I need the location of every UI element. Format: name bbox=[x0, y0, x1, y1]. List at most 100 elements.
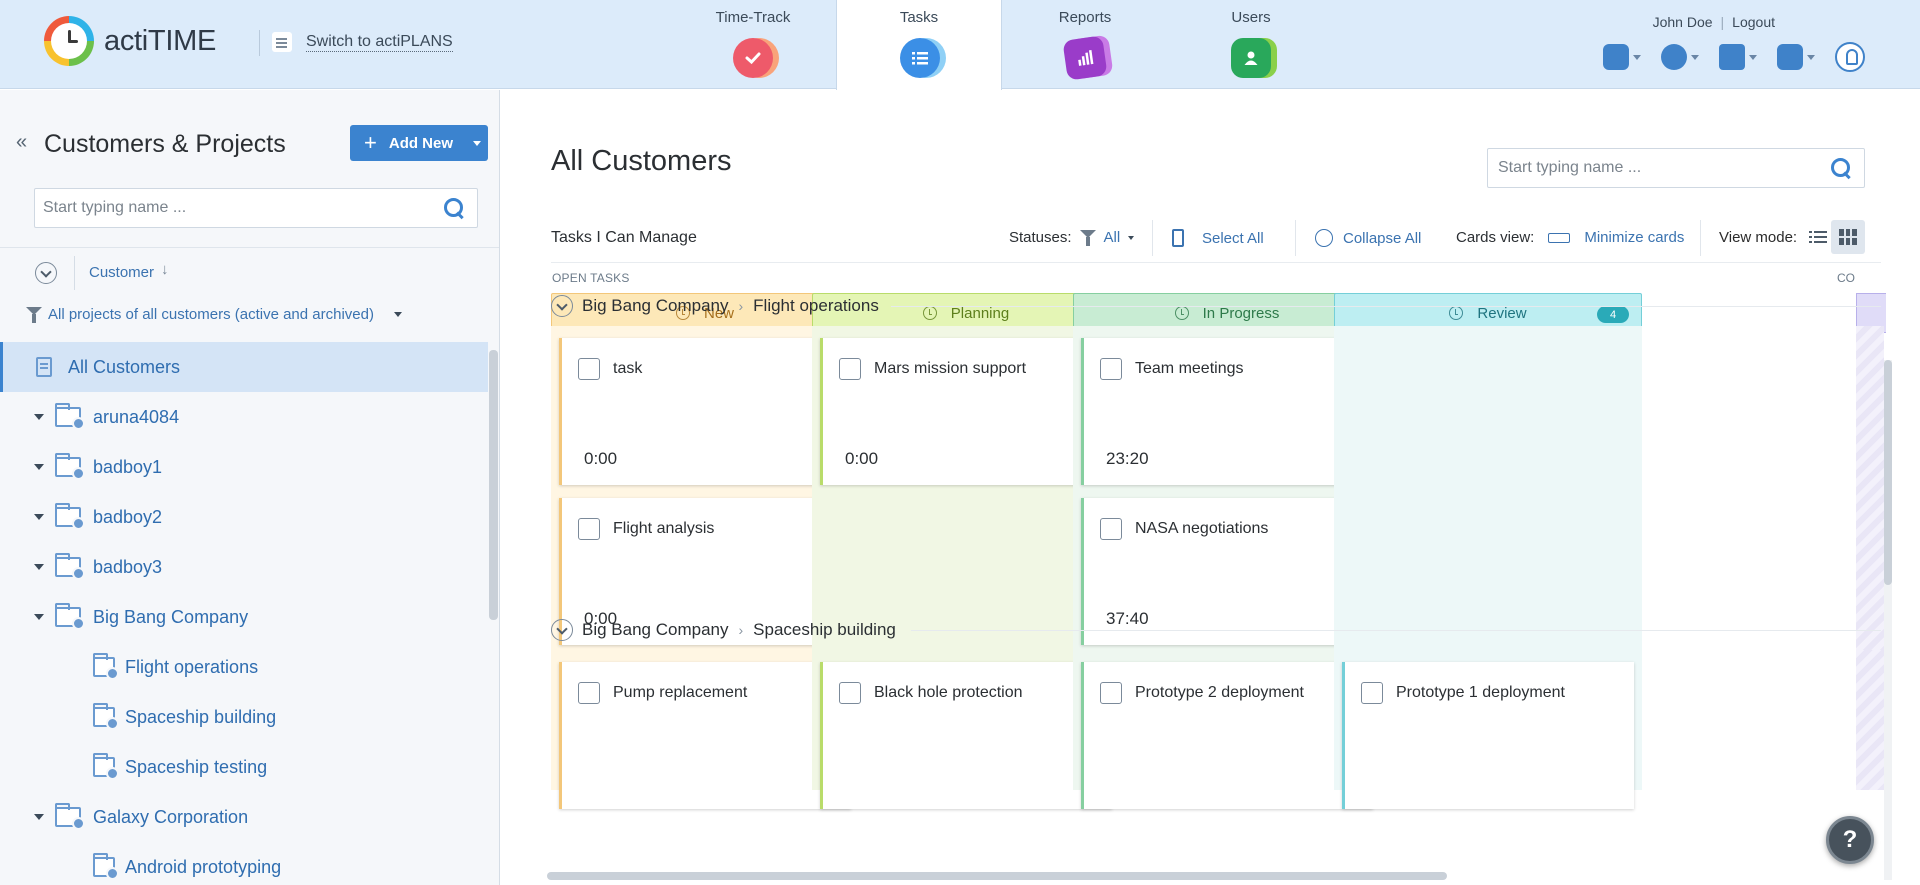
collapse-group-icon[interactable] bbox=[551, 619, 573, 641]
nav-users[interactable]: Users bbox=[1168, 0, 1334, 89]
tree-item-project[interactable]: Android prototyping bbox=[0, 842, 488, 885]
tree-item-project[interactable]: Spaceship testing bbox=[0, 742, 488, 792]
tree-item-label: badboy2 bbox=[93, 506, 163, 527]
project-folder-icon bbox=[93, 703, 119, 730]
task-checkbox[interactable] bbox=[1100, 682, 1122, 704]
caret-down-icon[interactable] bbox=[34, 464, 44, 470]
task-card[interactable]: Team meetings 23:20 bbox=[1081, 338, 1373, 485]
chevron-down-icon bbox=[1749, 54, 1757, 60]
projects-filter[interactable]: All projects of all customers (active an… bbox=[26, 306, 402, 323]
task-name[interactable]: Prototype 2 deployment bbox=[1135, 684, 1304, 702]
main-search-input[interactable] bbox=[1498, 159, 1830, 177]
task-checkbox[interactable] bbox=[578, 682, 600, 704]
nav-reports[interactable]: Reports bbox=[1002, 0, 1168, 89]
cards-view-button[interactable] bbox=[1831, 220, 1865, 254]
statuses-filter[interactable]: Statuses: All bbox=[1009, 229, 1135, 246]
tree-item-project[interactable]: Spaceship building bbox=[0, 692, 488, 742]
task-name[interactable]: NASA negotiations bbox=[1135, 520, 1268, 538]
task-name[interactable]: Black hole protection bbox=[874, 684, 1023, 702]
gear-icon bbox=[1661, 44, 1687, 70]
calendar-menu[interactable] bbox=[1603, 44, 1641, 70]
clock-icon bbox=[1174, 306, 1189, 320]
settings-menu[interactable] bbox=[1661, 44, 1699, 70]
sidebar-search-input[interactable] bbox=[43, 199, 443, 217]
task-card[interactable]: Prototype 2 deployment bbox=[1081, 662, 1373, 809]
nav-time-track[interactable]: Time-Track bbox=[670, 0, 836, 89]
addons-menu[interactable] bbox=[1719, 44, 1757, 70]
task-card[interactable]: task 0:00 bbox=[559, 338, 851, 485]
task-checkbox[interactable] bbox=[839, 682, 861, 704]
filter-icon bbox=[26, 306, 42, 323]
tree-item-customer[interactable]: aruna4084 bbox=[0, 392, 488, 442]
task-checkbox[interactable] bbox=[1100, 358, 1122, 380]
task-checkbox[interactable] bbox=[839, 358, 861, 380]
tree-item-label: Spaceship building bbox=[125, 706, 277, 727]
switch-to-actiplans-link[interactable]: Switch to actiPLANS bbox=[272, 32, 453, 52]
task-checkbox[interactable] bbox=[1361, 682, 1383, 704]
group-customer[interactable]: Big Bang Company bbox=[582, 296, 728, 316]
tree-item-project[interactable]: Flight operations bbox=[0, 642, 488, 692]
task-card[interactable]: NASA negotiations 37:40 bbox=[1081, 498, 1373, 645]
add-new-button[interactable]: + Add New bbox=[350, 125, 488, 161]
clock-icon bbox=[1449, 306, 1464, 320]
task-checkbox[interactable] bbox=[578, 358, 600, 380]
task-name[interactable]: Prototype 1 deployment bbox=[1396, 684, 1565, 702]
divider bbox=[891, 306, 1881, 307]
cards-view-control[interactable]: Cards view: Minimize cards bbox=[1456, 229, 1684, 246]
task-checkbox[interactable] bbox=[1100, 518, 1122, 540]
task-name[interactable]: Pump replacement bbox=[613, 684, 747, 702]
customer-folder-icon bbox=[55, 453, 85, 480]
tree-item-customer[interactable]: Big Bang Company bbox=[0, 592, 488, 642]
caret-down-icon[interactable] bbox=[34, 614, 44, 620]
caret-down-icon[interactable] bbox=[34, 514, 44, 520]
collapse-all-button[interactable]: Collapse All bbox=[1315, 229, 1421, 247]
caret-down-icon[interactable] bbox=[34, 414, 44, 420]
sidebar-scrollbar[interactable] bbox=[489, 350, 498, 620]
select-all-button[interactable]: Select All bbox=[1172, 229, 1264, 247]
task-name[interactable]: Mars mission support bbox=[874, 360, 1026, 378]
expand-all-icon[interactable] bbox=[35, 262, 57, 284]
actitime-logo[interactable]: actiTIME bbox=[44, 16, 216, 66]
horizontal-scrollbar[interactable] bbox=[547, 872, 1447, 880]
help-menu[interactable] bbox=[1777, 44, 1815, 70]
tree-item-customer[interactable]: badboy2 bbox=[0, 492, 488, 542]
tree-item-customer[interactable]: badboy1 bbox=[0, 442, 488, 492]
list-view-button[interactable] bbox=[1801, 220, 1835, 254]
customer-tree: All Customers aruna4084 badboy1 badboy2 … bbox=[0, 342, 488, 885]
search-icon[interactable] bbox=[1830, 157, 1852, 179]
help-button[interactable]: ? bbox=[1826, 816, 1874, 864]
task-checkbox[interactable] bbox=[578, 518, 600, 540]
logout-link[interactable]: Logout bbox=[1732, 14, 1775, 30]
task-name[interactable]: task bbox=[613, 360, 642, 378]
nav-tasks[interactable]: Tasks bbox=[836, 0, 1002, 90]
filter-icon bbox=[1079, 229, 1096, 246]
task-card[interactable]: Mars mission support 0:00 bbox=[820, 338, 1112, 485]
task-name[interactable]: Flight analysis bbox=[613, 520, 714, 538]
task-card[interactable]: Prototype 1 deployment bbox=[1342, 662, 1634, 809]
sort-arrow-icon[interactable]: ↓ bbox=[161, 261, 169, 278]
tree-item-customer[interactable]: Galaxy Corporation bbox=[0, 792, 488, 842]
task-card[interactable]: Black hole protection bbox=[820, 662, 1112, 809]
vertical-scrollbar[interactable] bbox=[1884, 360, 1892, 880]
nav-label: Users bbox=[1231, 9, 1271, 26]
minimize-cards-icon bbox=[1548, 232, 1571, 243]
group-project[interactable]: Spaceship building bbox=[753, 620, 896, 640]
tree-item-customer[interactable]: badboy3 bbox=[0, 542, 488, 592]
sort-by-customer[interactable]: Customer bbox=[89, 264, 154, 281]
task-card[interactable]: Pump replacement bbox=[559, 662, 851, 809]
project-folder-icon bbox=[93, 653, 119, 680]
tree-item-all-customers[interactable]: All Customers bbox=[0, 342, 488, 392]
search-icon[interactable] bbox=[443, 197, 465, 219]
caret-down-icon[interactable] bbox=[34, 564, 44, 570]
collapse-sidebar-icon[interactable]: « bbox=[16, 131, 27, 154]
caret-down-icon[interactable] bbox=[34, 814, 44, 820]
lightbulb-icon[interactable] bbox=[1835, 42, 1865, 72]
calendar-icon bbox=[1603, 44, 1629, 70]
group-project[interactable]: Flight operations bbox=[753, 296, 879, 316]
group-customer[interactable]: Big Bang Company bbox=[582, 620, 728, 640]
collapse-group-icon[interactable] bbox=[551, 295, 573, 317]
tree-item-label: aruna4084 bbox=[93, 406, 180, 427]
project-folder-icon bbox=[93, 753, 119, 780]
status-column: Prototype 1 deployment bbox=[1334, 650, 1642, 809]
task-name[interactable]: Team meetings bbox=[1135, 360, 1244, 378]
